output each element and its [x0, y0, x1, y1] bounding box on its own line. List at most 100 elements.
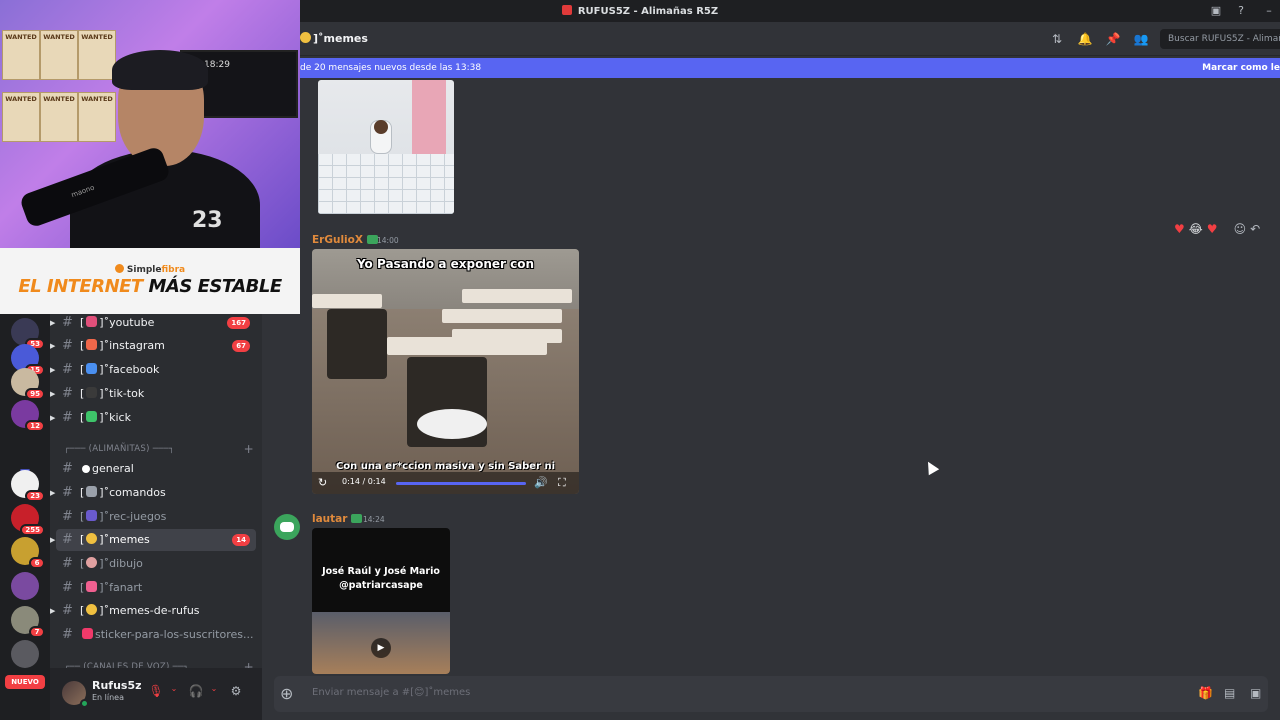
sponsor-banner: Simplefibra EL INTERNET MÁS ESTABLE	[0, 248, 300, 314]
channel-youtube[interactable]: ▶ # []˚youtube 167	[50, 312, 256, 334]
server-icon[interactable]: 12	[11, 400, 45, 432]
reaction-heart-icon[interactable]: ♥	[1174, 222, 1185, 236]
threads-icon[interactable]: ⇅	[1049, 32, 1065, 46]
replay-icon[interactable]: ↻	[318, 476, 327, 489]
unread-arrow-icon: ▶	[50, 366, 56, 374]
help-icon[interactable]: ?	[1234, 4, 1248, 18]
video-caption: José Raúl y José Mario	[322, 566, 440, 577]
channel-memes[interactable]: ▶ # []˚memes 14	[50, 529, 256, 551]
server-icon[interactable]: 95	[11, 368, 45, 400]
message-input[interactable]: Enviar mensaje a #[😊]˚memes	[312, 687, 470, 698]
message-author[interactable]: ErGulioX	[312, 234, 378, 246]
server-badge: 12	[25, 420, 45, 432]
bell-icon[interactable]: 🔔	[1077, 32, 1093, 46]
video-caption: @patriarcasape	[339, 580, 423, 591]
channel-instagram[interactable]: ▶ # []˚instagram 67	[50, 335, 256, 357]
minimize-icon[interactable]: –	[1262, 4, 1276, 18]
channel-fanart[interactable]: # []˚fanart	[56, 577, 256, 599]
meme-image[interactable]	[318, 80, 454, 214]
message-timestamp: 14:24	[363, 515, 385, 524]
server-icon[interactable]	[11, 640, 39, 668]
category-label: ┌─── (ALIMAÑITAS) ───┐	[64, 444, 175, 454]
server-icon[interactable]: 6	[11, 537, 45, 569]
add-reaction-icon[interactable]: ☺	[1234, 222, 1247, 236]
server-badge: 255	[20, 524, 45, 536]
mic-muted-icon[interactable]: 🎙	[146, 684, 166, 702]
search-input[interactable]: Buscar RUFUS5Z - Alimañas	[1160, 29, 1280, 49]
gift-icon[interactable]: 🎁	[1198, 686, 1213, 700]
video-player[interactable]: Yo Pasando a exponer con Con una er*ccio…	[312, 249, 579, 494]
reaction-heart-icon[interactable]: ♥	[1207, 222, 1218, 236]
server-icon[interactable]: 53	[11, 318, 45, 350]
volume-icon[interactable]: 🔊	[534, 476, 548, 489]
server-icon[interactable]: 255	[11, 504, 45, 536]
video-progress-bar[interactable]	[396, 482, 526, 485]
channel-tiktok[interactable]: ▶ # []˚tik-tok	[50, 383, 256, 405]
channel-name: ]˚kick	[99, 411, 131, 424]
unread-arrow-icon: ▶	[50, 536, 56, 544]
server-icon[interactable]: 7	[11, 606, 45, 638]
channel-sticker[interactable]: # sticker-para-los-suscritores...	[56, 624, 256, 646]
channel-memes-de-rufus[interactable]: ▶ # []˚memes-de-rufus	[50, 600, 256, 622]
add-attachment-icon[interactable]: ⊕	[280, 684, 293, 703]
hash-icon: #	[62, 315, 73, 330]
author-name[interactable]: ErGulioX	[312, 234, 363, 246]
sticker-icon[interactable]: ▣	[1250, 686, 1261, 700]
unread-arrow-icon: ▶	[50, 390, 56, 398]
tiktok-video[interactable]: José Raúl y José Mario @patriarcasape ▶	[312, 528, 450, 674]
pin-icon[interactable]: 📌	[1105, 32, 1121, 46]
username[interactable]: Rufus5z	[92, 679, 142, 692]
play-icon[interactable]: ▶	[371, 638, 391, 658]
reply-icon[interactable]: ↶	[1250, 222, 1260, 236]
channel-title-text: ]˚memes	[313, 32, 368, 45]
reaction-laugh-icon[interactable]: 😂	[1189, 222, 1203, 236]
mention-badge: 167	[227, 317, 250, 329]
new-badge[interactable]: NUEVO	[5, 675, 45, 689]
gamepad-icon	[86, 510, 98, 521]
gif-icon[interactable]: ▤	[1224, 686, 1235, 700]
fullscreen-icon[interactable]: ⛶	[558, 476, 566, 490]
poster-text: WANTED	[5, 95, 37, 103]
channel-prefix: [	[80, 316, 85, 329]
discord-logo-icon	[280, 522, 294, 532]
channel-kick[interactable]: ▶ # []˚kick	[50, 407, 256, 429]
smile-icon	[86, 533, 98, 544]
server-badge: 7	[29, 626, 45, 638]
channel-rec-juegos[interactable]: # []˚rec-juegos	[56, 506, 256, 528]
avatar[interactable]	[274, 514, 300, 540]
unread-arrow-icon: ▶	[50, 489, 56, 497]
unread-arrow-icon: ▶	[50, 414, 56, 422]
channel-name: ]˚memes-de-rufus	[99, 604, 200, 617]
role-badge-icon	[351, 514, 363, 523]
inbox-icon[interactable]: ▣	[1209, 4, 1223, 18]
server-icon[interactable]: 23	[11, 470, 45, 502]
channel-name: ]˚instagram	[99, 339, 165, 352]
add-channel-icon[interactable]: +	[244, 442, 254, 456]
hash-icon: #	[62, 532, 73, 547]
message-author[interactable]: lautar	[312, 513, 363, 525]
channel-comandos[interactable]: ▶ # []˚comandos	[50, 482, 256, 504]
category-alimanitas[interactable]: ┌─── (ALIMAÑITAS) ───┐ +	[64, 442, 254, 456]
channel-prefix: [	[80, 533, 85, 546]
new-messages-bar[interactable]: de 20 mensajes nuevos desde las 13:38 Ma…	[300, 58, 1280, 78]
channel-name: ]˚fanart	[99, 581, 143, 594]
channel-prefix: [	[80, 557, 85, 570]
channel-dibujo[interactable]: # []˚dibujo	[56, 553, 256, 575]
channel-facebook[interactable]: ▶ # []˚facebook	[50, 359, 256, 381]
hash-icon: #	[62, 338, 73, 353]
mark-as-read-button[interactable]: Marcar como le	[1202, 58, 1280, 78]
server-icon[interactable]	[11, 572, 39, 600]
members-icon[interactable]: 👥	[1133, 32, 1149, 46]
new-messages-text: de 20 mensajes nuevos desde las 13:38	[300, 63, 482, 73]
headphones-muted-icon[interactable]: 🎧	[186, 684, 206, 702]
channel-general[interactable]: # general	[56, 458, 256, 480]
sticker-icon	[82, 628, 93, 639]
heart-icon	[86, 316, 98, 327]
author-name[interactable]: lautar	[312, 513, 347, 525]
chevron-down-icon[interactable]: ⌄	[164, 684, 184, 702]
poster-text: WANTED	[81, 95, 113, 103]
gear-icon[interactable]: ⚙	[226, 684, 246, 702]
channel-name: ]˚rec-juegos	[99, 510, 167, 523]
hash-icon: #	[62, 580, 73, 595]
chevron-down-icon[interactable]: ⌄	[204, 684, 224, 702]
